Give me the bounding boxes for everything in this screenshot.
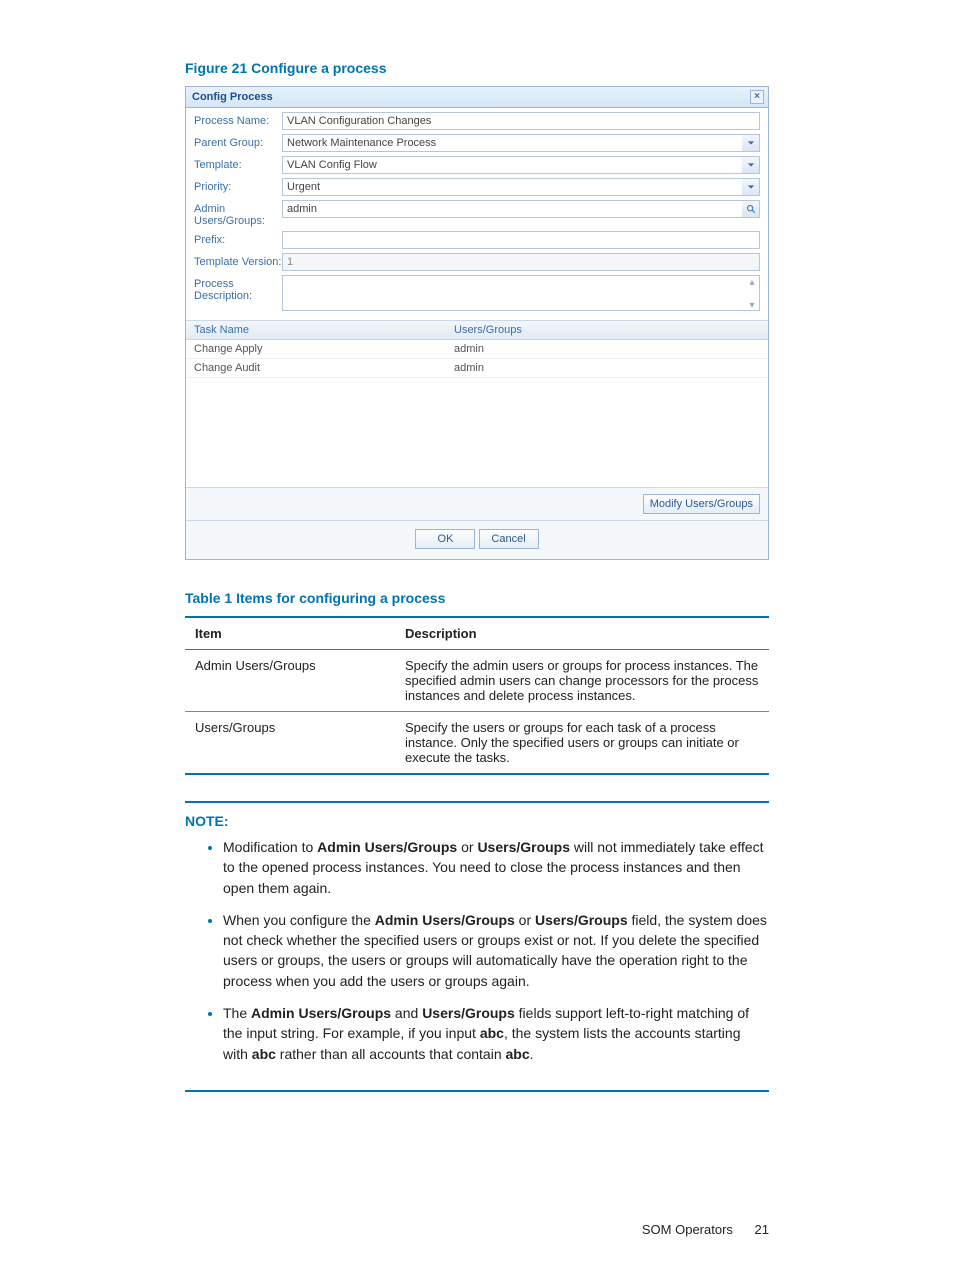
note-bold: abc bbox=[252, 1046, 276, 1062]
items-table: Item Description Admin Users/Groups Spec… bbox=[185, 616, 769, 775]
label-template-version: Template Version: bbox=[194, 253, 282, 268]
parent-group-combo[interactable] bbox=[282, 134, 760, 152]
prefix-input[interactable] bbox=[282, 231, 760, 249]
label-admin-users-groups: Admin Users/Groups: bbox=[194, 200, 282, 227]
th-desc: Description bbox=[395, 617, 769, 650]
note-text: and bbox=[391, 1005, 422, 1021]
label-prefix: Prefix: bbox=[194, 231, 282, 246]
note-text: . bbox=[530, 1046, 534, 1062]
label-parent-group: Parent Group: bbox=[194, 134, 282, 149]
note-bold: Admin Users/Groups bbox=[251, 1005, 391, 1021]
config-process-dialog: Config Process × Process Name: Parent Gr… bbox=[185, 86, 769, 560]
td-desc: Specify the users or groups for each tas… bbox=[395, 712, 769, 775]
footer-section: SOM Operators bbox=[642, 1222, 733, 1237]
dialog-title-text: Config Process bbox=[192, 91, 273, 103]
note-text: Modification to bbox=[223, 839, 317, 855]
note-item: Modification to Admin Users/Groups or Us… bbox=[223, 837, 769, 898]
footer-page-number: 21 bbox=[755, 1222, 769, 1237]
ok-button[interactable]: OK bbox=[415, 529, 475, 549]
grid-header-task: Task Name bbox=[186, 321, 446, 339]
template-version-input bbox=[282, 253, 760, 271]
grid-row[interactable]: Change Apply admin bbox=[186, 340, 768, 359]
chevron-down-icon[interactable] bbox=[742, 156, 760, 174]
note-bold: abc bbox=[506, 1046, 530, 1062]
grid-cell-ug: admin bbox=[446, 359, 768, 377]
note-bold: Admin Users/Groups bbox=[375, 912, 515, 928]
grid-row[interactable]: Change Audit admin bbox=[186, 359, 768, 378]
grid-empty-area bbox=[186, 378, 768, 488]
figure-caption: Figure 21 Configure a process bbox=[185, 60, 769, 76]
template-combo[interactable] bbox=[282, 156, 760, 174]
table-row: Users/Groups Specify the users or groups… bbox=[185, 712, 769, 775]
search-icon[interactable] bbox=[742, 200, 760, 218]
th-item: Item bbox=[185, 617, 395, 650]
td-item: Users/Groups bbox=[185, 712, 395, 775]
td-item: Admin Users/Groups bbox=[185, 650, 395, 712]
dialog-title-bar: Config Process × bbox=[186, 87, 768, 108]
page-footer: SOM Operators 21 bbox=[642, 1222, 769, 1237]
grid-cell-task: Change Apply bbox=[186, 340, 446, 358]
label-process-name: Process Name: bbox=[194, 112, 282, 127]
td-desc: Specify the admin users or groups for pr… bbox=[395, 650, 769, 712]
grid-cell-ug: admin bbox=[446, 340, 768, 358]
priority-combo[interactable] bbox=[282, 178, 760, 196]
process-name-input[interactable] bbox=[282, 112, 760, 130]
note-item: When you configure the Admin Users/Group… bbox=[223, 910, 769, 991]
note-bold: Users/Groups bbox=[422, 1005, 515, 1021]
note-bold: abc bbox=[480, 1025, 504, 1041]
table-row: Admin Users/Groups Specify the admin use… bbox=[185, 650, 769, 712]
grid-cell-task: Change Audit bbox=[186, 359, 446, 377]
cancel-button[interactable]: Cancel bbox=[479, 529, 539, 549]
note-heading: NOTE: bbox=[185, 801, 769, 829]
chevron-down-icon[interactable] bbox=[742, 178, 760, 196]
note-text: or bbox=[515, 912, 535, 928]
modify-users-groups-button[interactable]: Modify Users/Groups bbox=[643, 494, 760, 514]
caret-down-icon[interactable]: ▾ bbox=[746, 300, 758, 312]
label-priority: Priority: bbox=[194, 178, 282, 193]
process-description-textarea[interactable] bbox=[282, 275, 760, 311]
note-item: The Admin Users/Groups and Users/Groups … bbox=[223, 1003, 769, 1064]
close-icon[interactable]: × bbox=[750, 90, 764, 104]
grid-header-users-groups: Users/Groups bbox=[446, 321, 768, 339]
table-caption: Table 1 Items for configuring a process bbox=[185, 590, 769, 606]
note-bold: Users/Groups bbox=[477, 839, 570, 855]
note-text: When you configure the bbox=[223, 912, 375, 928]
note-text: rather than all accounts that contain bbox=[276, 1046, 506, 1062]
note-bold: Users/Groups bbox=[535, 912, 628, 928]
note-bold: Admin Users/Groups bbox=[317, 839, 457, 855]
label-template: Template: bbox=[194, 156, 282, 171]
caret-up-icon[interactable]: ▴ bbox=[746, 277, 758, 289]
note-text: or bbox=[457, 839, 477, 855]
note-list: Modification to Admin Users/Groups or Us… bbox=[185, 837, 769, 1092]
chevron-down-icon[interactable] bbox=[742, 134, 760, 152]
label-process-description: Process Description: bbox=[194, 275, 282, 302]
tasks-grid: Task Name Users/Groups Change Apply admi… bbox=[186, 320, 768, 488]
admin-users-groups-input[interactable] bbox=[282, 200, 760, 218]
note-text: The bbox=[223, 1005, 251, 1021]
